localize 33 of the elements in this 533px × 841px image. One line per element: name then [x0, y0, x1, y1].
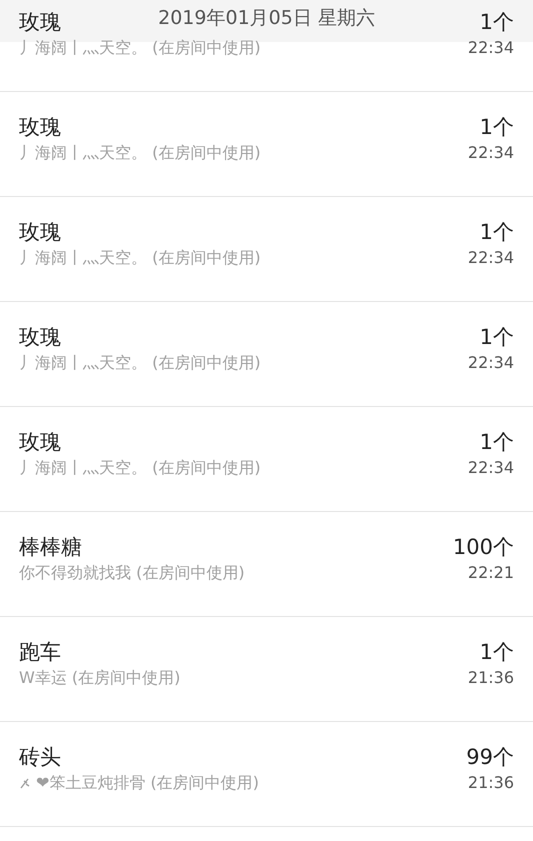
time-label: 21:36: [468, 668, 514, 688]
gift-name: 玫瑰: [19, 429, 61, 456]
sender-note: 丿海阔丨灬天空。 (在房间中使用): [19, 353, 261, 373]
sender-note: ❤笨土豆炖排骨 (在房间中使用): [36, 773, 259, 793]
gift-count: 99个: [466, 744, 514, 771]
sender-note: W幸运 (在房间中使用): [19, 668, 180, 688]
time-label: 22:34: [468, 143, 514, 163]
gift-name: 跑车: [19, 639, 61, 666]
sender-note: 丿海阔丨灬天空。 (在房间中使用): [19, 248, 261, 268]
gift-name: 砖头: [19, 744, 61, 771]
date-label: 2019年01月05日 星期六: [158, 6, 375, 31]
time-label: 22:34: [468, 458, 514, 478]
gift-name: 棒棒糖: [19, 534, 82, 561]
gift-name: 玫瑰: [19, 114, 61, 141]
sender-note: 丿海阔丨灬天空。 (在房间中使用): [19, 143, 261, 163]
gift-count: 1个: [480, 429, 514, 456]
time-label: 21:36: [468, 773, 514, 793]
time-label: 22:34: [468, 38, 514, 58]
gift-count: 1个: [480, 639, 514, 666]
gift-name: 玫瑰: [19, 324, 61, 351]
gift-count: 1个: [480, 114, 514, 141]
sender-note: 你不得劲就找我 (在房间中使用): [19, 563, 245, 583]
gift-name: 玫瑰: [19, 219, 61, 246]
gift-count: 100个: [452, 534, 514, 561]
time-label: 22:34: [468, 248, 514, 268]
time-label: 22:34: [468, 353, 514, 373]
sender-note: 丿海阔丨灬天空。 (在房间中使用): [19, 38, 261, 58]
gift-count: 1个: [480, 324, 514, 351]
gift-count: 1个: [480, 9, 514, 36]
sender-note: 丿海阔丨灬天空。 (在房间中使用): [19, 458, 261, 478]
gift-count: 1个: [480, 219, 514, 246]
gift-name: 玫瑰: [19, 9, 61, 36]
time-label: 22:21: [468, 563, 514, 583]
